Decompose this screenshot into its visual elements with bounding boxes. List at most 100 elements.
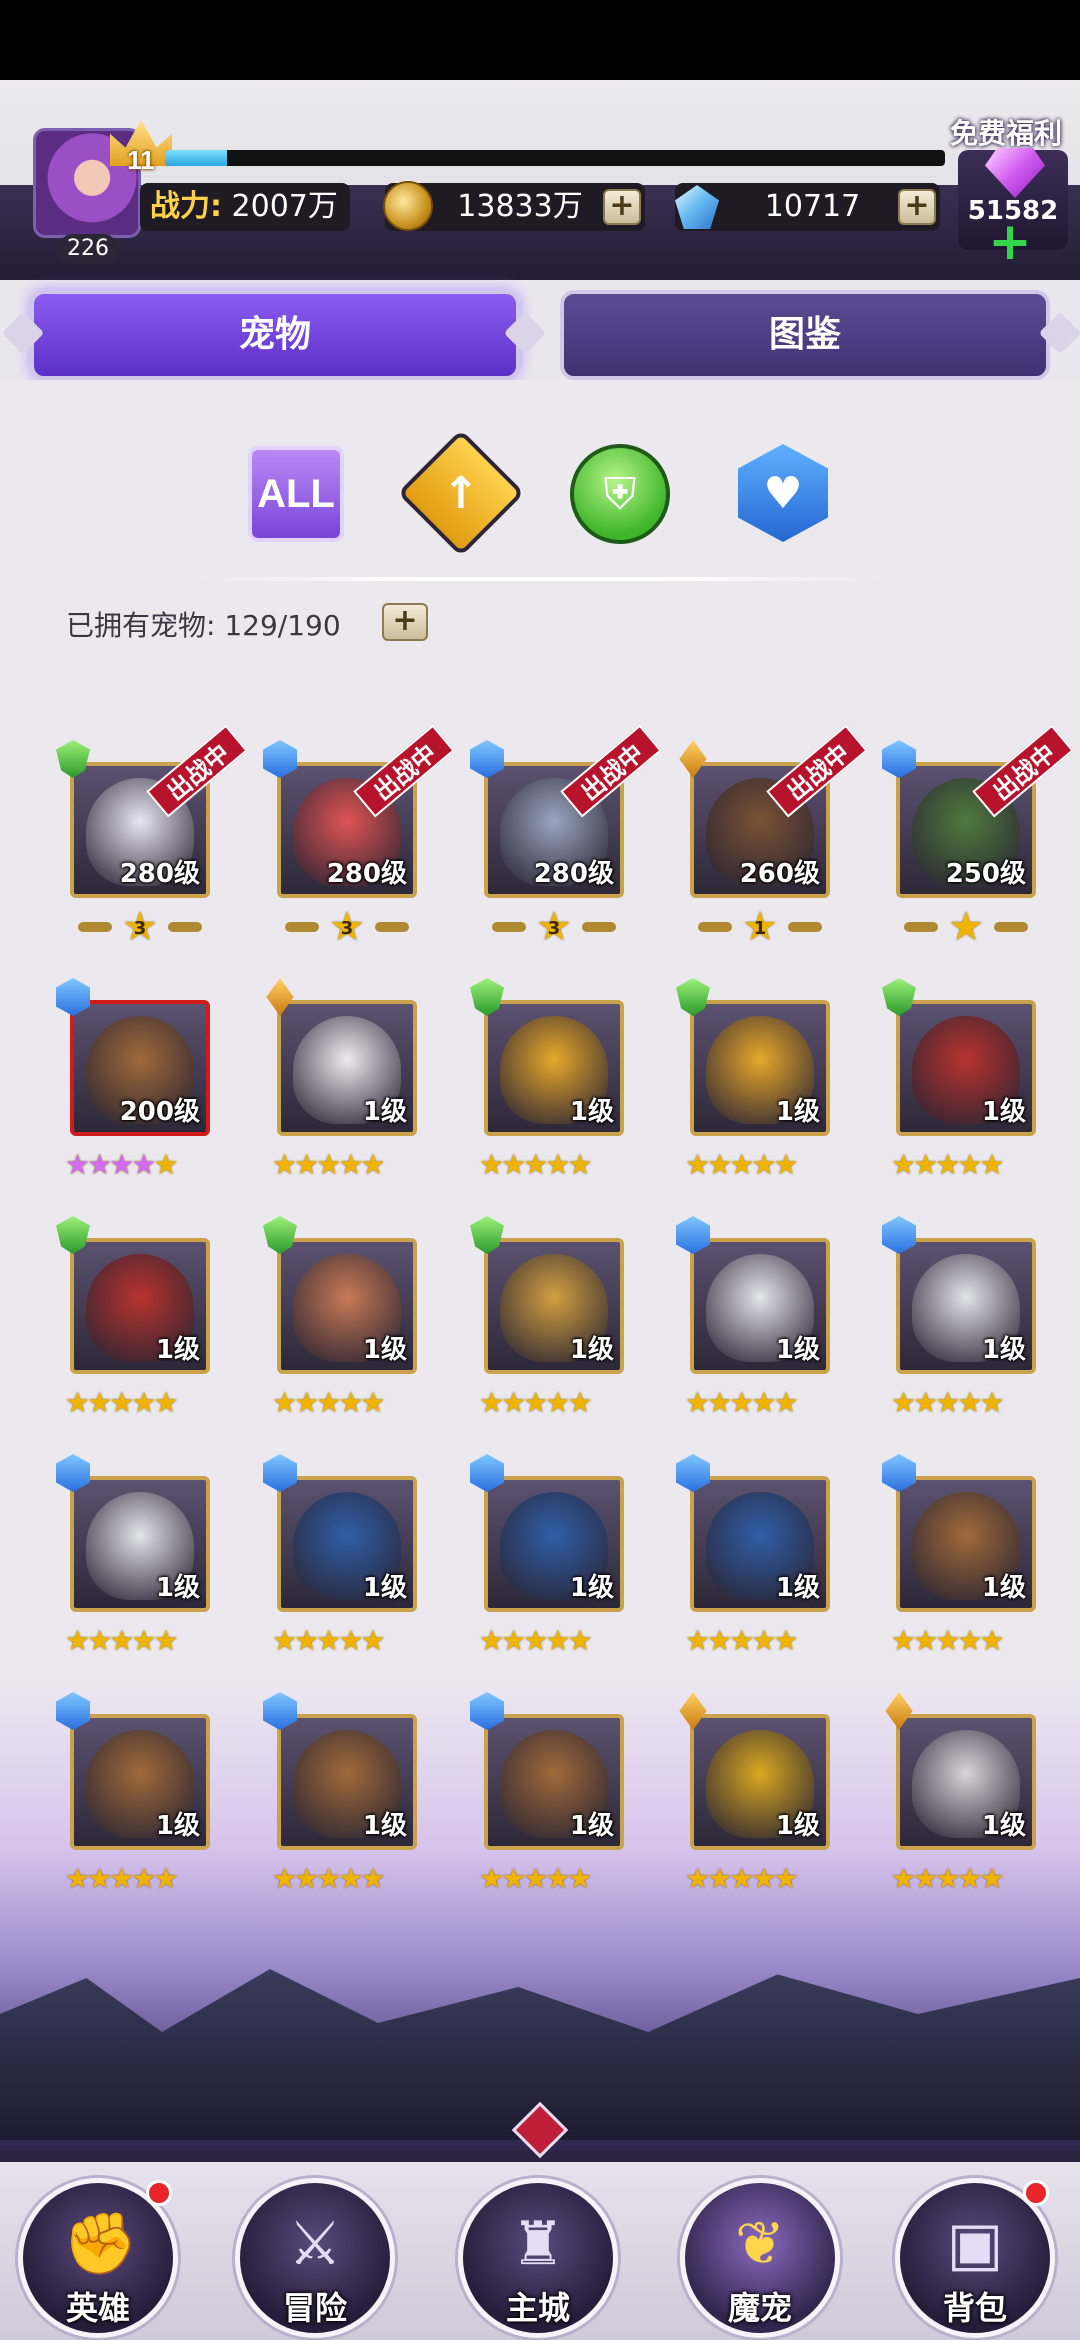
pet-card[interactable]: 1级: [896, 1714, 1036, 1850]
gold-coin-icon: [383, 181, 433, 231]
pet-level: 1级: [569, 1811, 614, 1841]
pet-card[interactable]: 1级: [70, 1238, 210, 1374]
star-icon: ★: [567, 1386, 592, 1419]
star-icon: ★: [153, 1624, 178, 1657]
star-icon: ★: [751, 1148, 776, 1181]
pet-level: 1级: [775, 1811, 820, 1841]
pet-card[interactable]: 1级: [277, 1238, 417, 1374]
pet-card[interactable]: 1级: [896, 1476, 1036, 1612]
star-icon: ★: [979, 1624, 1004, 1657]
notification-dot-icon: [146, 2180, 172, 2206]
pet-card[interactable]: 1级: [690, 1238, 830, 1374]
pet-stars: ★★★★★: [891, 1386, 1041, 1419]
star-icon: ★: [294, 1862, 319, 1895]
star-icon: ★: [891, 1148, 916, 1181]
pet-card[interactable]: 1级: [690, 1000, 830, 1136]
star-icon: ★: [545, 1386, 570, 1419]
tab-pets[interactable]: 宠物: [30, 290, 520, 380]
pet-level: 280级: [533, 859, 614, 889]
avatar-number: 226: [58, 234, 118, 264]
notification-dot-icon: [1023, 2180, 1049, 2206]
star-icon: ★: [338, 1624, 363, 1657]
star-icon: ★: [957, 1624, 982, 1657]
star-icon: ★: [685, 1624, 710, 1657]
filter-all-button[interactable]: ALL: [248, 446, 344, 542]
star-icon: ★: [479, 1624, 504, 1657]
pet-level: 1级: [569, 1097, 614, 1127]
free-welfare-label[interactable]: 免费福利: [950, 112, 1062, 152]
pet-card[interactable]: 200级: [70, 1000, 210, 1136]
wing-icon: [698, 922, 733, 932]
wing-icon: [374, 922, 409, 932]
rank-star-icon: ★ 3: [536, 904, 572, 950]
nav-label: 背包: [942, 2289, 1007, 2327]
pet-level: 280级: [326, 859, 407, 889]
rank-star-icon: ★ 3: [329, 904, 365, 950]
pet-stars: ★★★★★: [65, 1148, 215, 1181]
star-icon: ★: [523, 1624, 548, 1657]
star-icon: ★: [501, 1862, 526, 1895]
pet-card[interactable]: 1级: [277, 1000, 417, 1136]
pet-card[interactable]: 1级: [896, 1000, 1036, 1136]
pet-card[interactable]: 1级: [70, 1476, 210, 1612]
pet-level: 280级: [119, 859, 200, 889]
star-icon: ★: [957, 1148, 982, 1181]
pet-stars: ★★★★★: [479, 1386, 629, 1419]
pet-card[interactable]: 1级: [277, 1714, 417, 1850]
pet-stars: ★★★★★: [685, 1624, 835, 1657]
star-icon: ★: [707, 1386, 732, 1419]
wing-icon: [285, 922, 320, 932]
pet-card[interactable]: 1级: [484, 1714, 624, 1850]
star-icon: ★: [751, 1386, 776, 1419]
add-gold-button[interactable]: +: [603, 189, 641, 225]
star-icon: ★: [316, 1624, 341, 1657]
pet-card[interactable]: 1级: [484, 1000, 624, 1136]
star-icon: ★: [479, 1386, 504, 1419]
rank-star-icon: ★ 1: [742, 904, 778, 950]
filter-defense-button[interactable]: ⛨: [570, 444, 670, 544]
star-icon: ★: [153, 1386, 178, 1419]
pet-stars: ★★★★★: [479, 1862, 629, 1895]
star-icon: ★: [131, 1148, 156, 1181]
pet-card[interactable]: 1级: [484, 1476, 624, 1612]
wing-icon: [787, 922, 822, 932]
star-icon: ★: [360, 1386, 385, 1419]
pet-stars: ★★★★★: [891, 1624, 1041, 1657]
nav-label: 冒险: [282, 2289, 347, 2327]
castle-icon: ♜: [511, 2209, 565, 2279]
pet-card[interactable]: 1级: [896, 1238, 1036, 1374]
pet-stars: ★★★★★: [272, 1862, 422, 1895]
star-icon: ★: [707, 1148, 732, 1181]
tab-codex[interactable]: 图鉴: [560, 290, 1050, 380]
pet-card[interactable]: 1级: [690, 1714, 830, 1850]
pet-card[interactable]: 1级: [484, 1238, 624, 1374]
pet-level: 1级: [155, 1573, 200, 1603]
wing-icon: [167, 922, 202, 932]
star-icon: ★: [891, 1386, 916, 1419]
pet-stars: ★★★★★: [685, 1862, 835, 1895]
star-icon: ★: [360, 1862, 385, 1895]
star-icon: ★: [65, 1386, 90, 1419]
pet-card[interactable]: 1级: [277, 1476, 417, 1612]
star-icon: ★: [109, 1624, 134, 1657]
star-icon: ★: [751, 1624, 776, 1657]
star-icon: ★: [685, 1386, 710, 1419]
filter-divider: [195, 577, 885, 581]
exp-bar: [165, 150, 945, 166]
star-icon: ★: [109, 1862, 134, 1895]
heart-icon: ♥: [763, 467, 803, 519]
pet-stars: ★★★★★: [65, 1624, 215, 1657]
nav-item-1[interactable]: ⚔ 冒险: [235, 2178, 395, 2338]
nav-item-3[interactable]: ❦ 魔宠: [680, 2178, 840, 2338]
free-welfare-plus-icon[interactable]: +: [988, 216, 1032, 268]
diamond-icon: [675, 185, 719, 229]
star-icon: ★: [979, 1862, 1004, 1895]
pet-card[interactable]: 1级: [70, 1714, 210, 1850]
expand-slots-button[interactable]: +: [382, 603, 428, 641]
pet-card[interactable]: 1级: [690, 1476, 830, 1612]
fist-icon: ✊: [63, 2209, 138, 2279]
star-icon: ★: [957, 1386, 982, 1419]
add-gems-button[interactable]: +: [898, 189, 936, 225]
nav-item-2[interactable]: ♜ 主城: [458, 2178, 618, 2338]
shield-icon: ⛨: [603, 468, 637, 520]
